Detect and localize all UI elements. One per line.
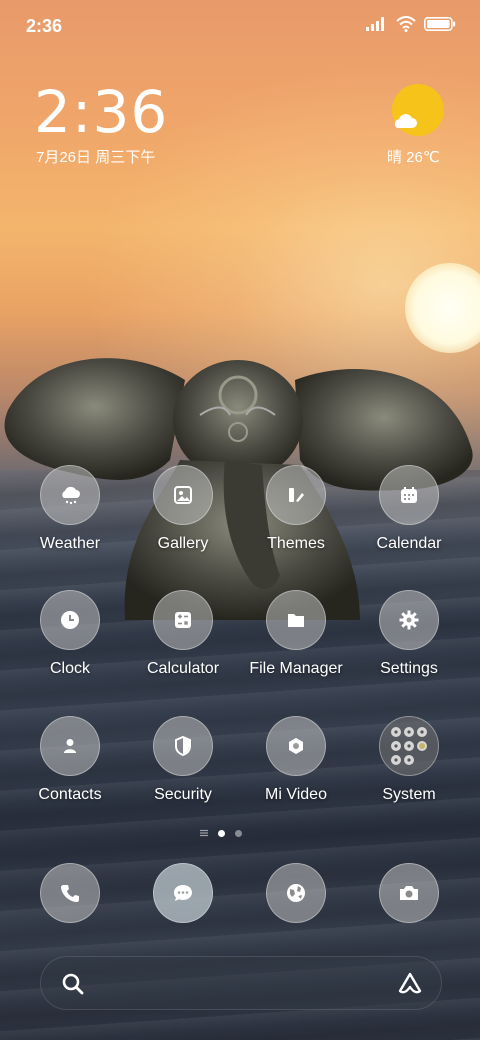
gallery-icon — [153, 465, 213, 525]
video-icon — [266, 716, 326, 776]
themes-icon — [266, 465, 326, 525]
app-system-folder[interactable]: System — [349, 716, 469, 804]
clock-widget-time[interactable]: 2:36 — [34, 78, 168, 146]
app-mi-video[interactable]: Mi Video — [236, 716, 356, 804]
app-contacts[interactable]: Contacts — [10, 716, 130, 804]
contacts-icon — [40, 716, 100, 776]
browser-icon — [287, 884, 305, 902]
assistant-icon[interactable] — [397, 971, 423, 995]
page-dot — [235, 829, 242, 837]
dock-browser[interactable] — [266, 863, 326, 923]
calendar-icon — [379, 465, 439, 525]
status-icons — [366, 16, 456, 32]
dock-messages[interactable] — [153, 863, 213, 923]
status-time: 2:36 — [26, 16, 63, 36]
app-label: Mi Video — [265, 786, 327, 803]
app-label: Calculator — [146, 660, 220, 677]
app-clock[interactable]: Clock — [10, 590, 130, 678]
phone-icon — [61, 885, 79, 902]
app-label: Themes — [267, 535, 325, 552]
clock-icon — [40, 590, 100, 650]
app-file-manager[interactable]: File Manager — [236, 590, 356, 678]
app-security[interactable]: Security — [123, 716, 243, 804]
search-bar[interactable] — [40, 956, 442, 1010]
page-indicator[interactable] — [200, 829, 242, 837]
app-label: Security — [154, 786, 212, 803]
app-weather[interactable]: Weather — [10, 465, 130, 553]
messages-icon — [174, 885, 192, 901]
page-dot-active — [218, 829, 225, 837]
menu-lines-icon — [200, 829, 208, 837]
app-label: System — [382, 786, 436, 803]
weather-icon — [40, 465, 100, 525]
gear-icon — [379, 590, 439, 650]
app-calendar[interactable]: Calendar — [349, 465, 469, 553]
app-label: Gallery — [157, 535, 209, 552]
dock-phone[interactable] — [40, 863, 100, 923]
app-label: Contacts — [38, 786, 102, 803]
camera-icon — [400, 886, 418, 900]
app-gallery[interactable]: Gallery — [123, 465, 243, 553]
dock-camera[interactable] — [379, 863, 439, 923]
app-label: Clock — [49, 660, 90, 677]
weather-cloud-icon — [394, 114, 417, 128]
search-icon[interactable] — [61, 972, 85, 996]
app-calculator[interactable]: Calculator — [123, 590, 243, 678]
app-label: File Manager — [249, 660, 343, 677]
app-settings[interactable]: Settings — [349, 590, 469, 678]
app-label: Settings — [380, 660, 438, 677]
app-label: Calendar — [376, 535, 442, 552]
battery-icon — [424, 17, 456, 31]
signal-icon — [366, 17, 384, 31]
clock-widget-date: 7月26日 周三下午 — [36, 149, 156, 166]
app-label: Weather — [39, 535, 101, 552]
app-themes[interactable]: Themes — [236, 465, 356, 553]
folder-icon — [266, 590, 326, 650]
status-bar: 2:36 — [0, 0, 480, 50]
calculator-icon — [153, 590, 213, 650]
weather-summary: 晴 26℃ — [387, 149, 440, 166]
wifi-icon — [396, 16, 416, 32]
folder-grid-icon — [379, 716, 439, 776]
shield-icon — [153, 716, 213, 776]
